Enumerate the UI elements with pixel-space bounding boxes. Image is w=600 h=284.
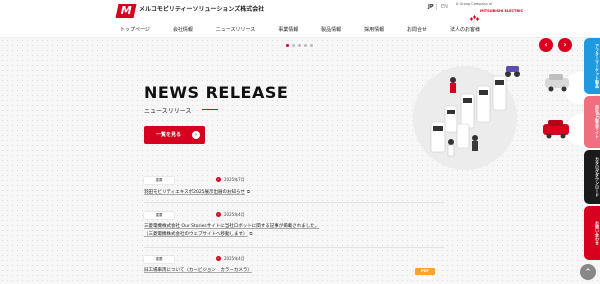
external-link-icon: ⧉ [246, 189, 250, 194]
mitsubishi-diamonds-icon [470, 15, 479, 21]
scroll-to-top-button[interactable]: ^ [580, 264, 596, 280]
hero-illustration [413, 66, 595, 170]
news-link-text: 三菱電機株式会社 Our Storiesサイトに当社ロボットに関する記事が掲載さ… [144, 224, 320, 229]
side-tab-label: アフターマーケット製品 [595, 44, 600, 88]
mitsubishi-text: MITSUBISHI ELECTRIC [480, 9, 524, 13]
view-all-label: 一覧を見る [156, 132, 182, 138]
external-link-icon: ⧉ [249, 231, 253, 236]
nav-item-company[interactable]: 会社情報 [173, 24, 193, 36]
news-tag: 重要 [144, 212, 174, 219]
slider-dot-5[interactable] [310, 44, 313, 47]
news-date: 2025年4月 [224, 212, 245, 217]
news-link-text: 羽田モビリティエキスポ2025展示出展のお知らせ [144, 190, 245, 195]
lang-divider [436, 4, 437, 10]
news-tag: 重要 [144, 177, 174, 184]
slider-dot-2[interactable] [292, 44, 295, 47]
group-company-text: A Group Company of [456, 2, 493, 6]
nav-item-corporate[interactable]: 法人のお客様 [450, 24, 480, 36]
news-release-title: NEWS RELEASE [144, 83, 289, 102]
news-release-subtitle: ニュースリリース [144, 108, 192, 115]
nav-item-top[interactable]: トップページ [120, 24, 150, 36]
side-tab-label: 自社EC製品サイト [595, 105, 600, 139]
nav-item-news[interactable]: ニュースリリース [216, 24, 256, 36]
company-logo-icon[interactable]: M [115, 4, 137, 18]
subtitle-underline [202, 109, 218, 110]
side-tab-catalog[interactable]: カタログダウンロード [584, 150, 600, 204]
news-date: 2025年7月 [224, 177, 245, 182]
view-all-button[interactable]: 一覧を見る › [144, 126, 205, 144]
news-date: 2025年4月 [224, 256, 245, 261]
pdf-badge: PDF 1.6MB [415, 268, 435, 280]
slider-dots [286, 44, 313, 47]
side-tab-ec-site[interactable]: 自社EC製品サイト [584, 96, 600, 148]
nav-item-contact[interactable]: お問合せ [407, 24, 427, 36]
news-divider [144, 247, 444, 248]
news-tag: 重要 [144, 256, 174, 263]
side-tab-contact[interactable]: お問い合わせ [584, 206, 600, 260]
slider-dot-1[interactable] [286, 44, 289, 47]
nav-item-recruit[interactable]: 採用情報 [364, 24, 384, 36]
news-link[interactable]: 三菱電機株式会社 Our Storiesサイトに当社ロボットに関する記事が掲載さ… [144, 223, 319, 238]
news-link-text: 旧工場車両について（カービジョン カラーカメラ） [144, 268, 252, 273]
check-icon: ✓ [216, 212, 221, 217]
nav-item-products[interactable]: 製品情報 [321, 24, 341, 36]
news-divider [144, 202, 444, 203]
side-tab-label: カタログダウンロード [595, 157, 600, 197]
news-link[interactable]: 旧工場車両について（カービジョン カラーカメラ） [144, 267, 252, 274]
side-tab-aftermarket[interactable]: アフターマーケット製品 [584, 38, 600, 94]
slider-dot-4[interactable] [304, 44, 307, 47]
arrow-right-icon: › [192, 131, 200, 139]
site-header: M メルコモビリティーソリューションズ株式会社 JP EN A Group Co… [0, 0, 600, 22]
check-icon: ✓ [216, 256, 221, 261]
mitsubishi-logo[interactable]: MITSUBISHI ELECTRIC [470, 8, 523, 21]
company-name[interactable]: メルコモビリティーソリューションズ株式会社 [139, 5, 264, 15]
news-link[interactable]: 羽田モビリティエキスポ2025展示出展のお知らせ ⧉ [144, 188, 250, 196]
nav-item-business[interactable]: 事業情報 [278, 24, 298, 36]
main-nav: トップページ 会社情報 ニュースリリース 事業情報 製品情報 採用情報 お問合せ… [120, 24, 480, 36]
lang-jp-link[interactable]: JP [428, 4, 434, 10]
slider-dot-3[interactable] [298, 44, 301, 47]
side-tab-label: お問い合わせ [595, 221, 600, 245]
lang-en-link[interactable]: EN [441, 4, 448, 10]
news-link-text-2: （三菱電機株式会社のウェブサイトへ移動します） [144, 232, 248, 237]
check-icon: ✓ [216, 177, 221, 182]
